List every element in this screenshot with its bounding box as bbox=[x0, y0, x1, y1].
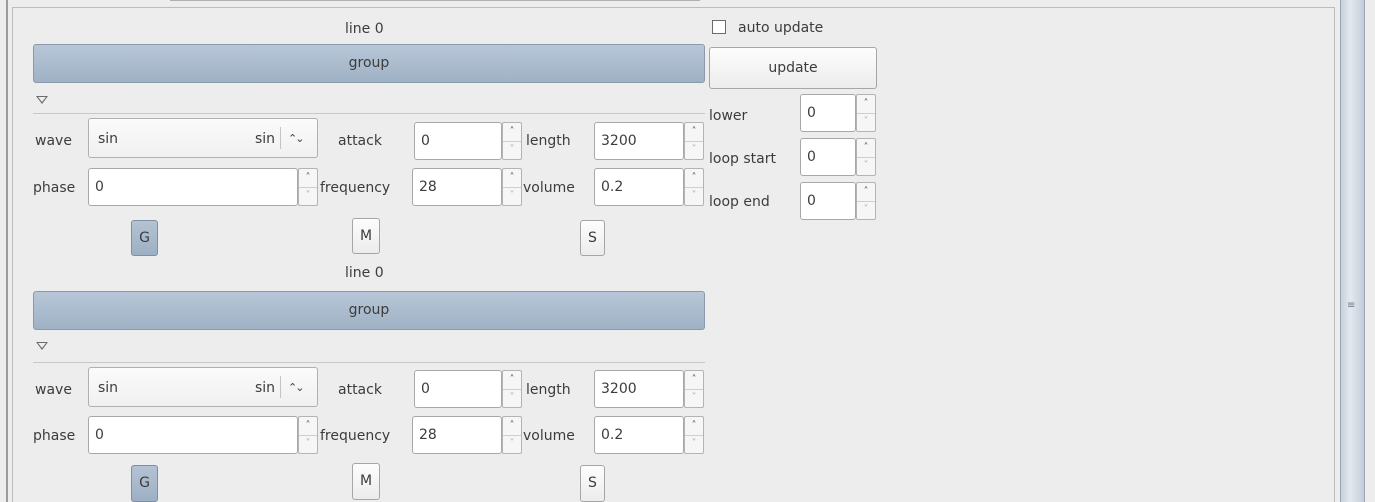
attack-spinner[interactable]: ˄ ˅ bbox=[502, 370, 522, 408]
s-button[interactable]: S bbox=[580, 220, 605, 256]
spin-up-icon[interactable]: ˄ bbox=[503, 417, 521, 436]
volume-spinner[interactable]: ˄ ˅ bbox=[684, 416, 704, 454]
spin-up-icon[interactable]: ˄ bbox=[685, 417, 703, 436]
collapse-triangle-icon[interactable] bbox=[36, 342, 48, 350]
wave-combobox[interactable]: sin sin ⌃⌄ bbox=[88, 118, 318, 158]
m-button[interactable]: M bbox=[352, 463, 380, 500]
spin-down-icon[interactable]: ˅ bbox=[503, 141, 521, 159]
length-label: length bbox=[526, 133, 571, 149]
phase-spinner[interactable]: ˄ ˅ bbox=[298, 416, 318, 454]
spin-down-icon[interactable]: ˅ bbox=[503, 187, 521, 205]
spin-down-icon[interactable]: ˅ bbox=[685, 141, 703, 159]
attack-label: attack bbox=[338, 382, 382, 398]
attack-input[interactable]: 0 bbox=[414, 122, 502, 160]
spin-up-icon[interactable]: ˄ bbox=[503, 169, 521, 188]
frequency-spinner[interactable]: ˄ ˅ bbox=[502, 168, 522, 206]
wave-label: wave bbox=[35, 382, 72, 398]
combobox-separator bbox=[280, 376, 281, 398]
line-label: line 0 bbox=[345, 265, 384, 281]
phase-input[interactable]: 0 bbox=[88, 416, 298, 454]
spin-up-icon[interactable]: ˄ bbox=[857, 139, 875, 158]
phase-label: phase bbox=[33, 428, 76, 444]
spin-up-icon[interactable]: ˄ bbox=[685, 169, 703, 188]
spin-up-icon[interactable]: ˄ bbox=[857, 95, 875, 114]
length-label: length bbox=[526, 382, 571, 398]
auto-update-checkbox[interactable] bbox=[712, 20, 726, 34]
collapse-triangle-icon[interactable] bbox=[36, 96, 48, 104]
spin-up-icon[interactable]: ˄ bbox=[299, 417, 317, 436]
frequency-input[interactable]: 28 bbox=[412, 168, 502, 206]
spin-up-icon[interactable]: ˄ bbox=[857, 183, 875, 202]
volume-label: volume bbox=[523, 180, 575, 196]
wave-combobox-display: sin bbox=[255, 380, 276, 396]
loop-start-spinner[interactable]: ˄ ˅ bbox=[856, 138, 876, 176]
wave-label: wave bbox=[35, 133, 72, 149]
chevron-updown-icon: ⌃⌄ bbox=[288, 132, 305, 145]
spin-down-icon[interactable]: ˅ bbox=[685, 389, 703, 407]
phase-spinner[interactable]: ˄ ˅ bbox=[298, 168, 318, 206]
line-label: line 0 bbox=[345, 21, 384, 37]
lower-label: lower bbox=[709, 108, 748, 124]
wave-combobox-display: sin bbox=[255, 131, 276, 147]
frequency-spinner[interactable]: ˄ ˅ bbox=[502, 416, 522, 454]
scrollbar-grip-icon[interactable]: ≡ bbox=[1347, 300, 1355, 311]
length-spinner[interactable]: ˄ ˅ bbox=[684, 370, 704, 408]
volume-spinner[interactable]: ˄ ˅ bbox=[684, 168, 704, 206]
spin-up-icon[interactable]: ˄ bbox=[685, 371, 703, 390]
auto-update-label[interactable]: auto update bbox=[738, 19, 823, 37]
combobox-separator bbox=[280, 127, 281, 149]
wave-combobox[interactable]: sin sin ⌃⌄ bbox=[88, 367, 318, 407]
volume-label: volume bbox=[523, 428, 575, 444]
attack-spinner[interactable]: ˄ ˅ bbox=[502, 122, 522, 160]
loop-end-spinner[interactable]: ˄ ˅ bbox=[856, 182, 876, 220]
phase-input[interactable]: 0 bbox=[88, 168, 298, 206]
spin-up-icon[interactable]: ˄ bbox=[503, 371, 521, 390]
section-divider bbox=[33, 362, 705, 363]
lower-spinner[interactable]: ˄ ˅ bbox=[856, 94, 876, 132]
g-button[interactable]: G bbox=[131, 465, 158, 502]
group-bar[interactable]: group bbox=[33, 291, 705, 330]
update-button[interactable]: update bbox=[709, 47, 877, 89]
lower-input[interactable]: 0 bbox=[800, 94, 856, 132]
spin-down-icon[interactable]: ˅ bbox=[299, 435, 317, 453]
spin-down-icon[interactable]: ˅ bbox=[857, 113, 875, 131]
left-frame-border bbox=[6, 0, 8, 502]
loop-end-input[interactable]: 0 bbox=[800, 182, 856, 220]
length-spinner[interactable]: ˄ ˅ bbox=[684, 122, 704, 160]
spin-down-icon[interactable]: ˅ bbox=[857, 201, 875, 219]
top-divider bbox=[170, 0, 700, 1]
frequency-input[interactable]: 28 bbox=[412, 416, 502, 454]
spin-down-icon[interactable]: ˅ bbox=[857, 157, 875, 175]
wave-combobox-value: sin bbox=[98, 131, 119, 147]
loop-end-label: loop end bbox=[709, 194, 770, 210]
g-button[interactable]: G bbox=[131, 220, 158, 256]
spin-down-icon[interactable]: ˅ bbox=[685, 435, 703, 453]
loop-start-input[interactable]: 0 bbox=[800, 138, 856, 176]
spin-down-icon[interactable]: ˅ bbox=[503, 389, 521, 407]
frequency-label: frequency bbox=[320, 180, 391, 196]
group-bar[interactable]: group bbox=[33, 44, 705, 83]
volume-input[interactable]: 0.2 bbox=[594, 168, 684, 206]
spin-down-icon[interactable]: ˅ bbox=[685, 187, 703, 205]
attack-input[interactable]: 0 bbox=[414, 370, 502, 408]
spin-up-icon[interactable]: ˄ bbox=[685, 123, 703, 142]
spin-down-icon[interactable]: ˅ bbox=[503, 435, 521, 453]
spin-up-icon[interactable]: ˄ bbox=[503, 123, 521, 142]
volume-input[interactable]: 0.2 bbox=[594, 416, 684, 454]
phase-label: phase bbox=[33, 180, 76, 196]
m-button[interactable]: M bbox=[352, 218, 380, 254]
s-button[interactable]: S bbox=[580, 465, 605, 502]
length-input[interactable]: 3200 bbox=[594, 370, 684, 408]
loop-start-label: loop start bbox=[709, 151, 776, 167]
length-input[interactable]: 3200 bbox=[594, 122, 684, 160]
frequency-label: frequency bbox=[320, 428, 391, 444]
chevron-updown-icon: ⌃⌄ bbox=[288, 381, 305, 394]
attack-label: attack bbox=[338, 133, 382, 149]
section-divider bbox=[33, 113, 705, 114]
vertical-scrollbar[interactable] bbox=[1340, 0, 1365, 502]
spin-up-icon[interactable]: ˄ bbox=[299, 169, 317, 188]
spin-down-icon[interactable]: ˅ bbox=[299, 187, 317, 205]
wave-combobox-value: sin bbox=[98, 380, 119, 396]
